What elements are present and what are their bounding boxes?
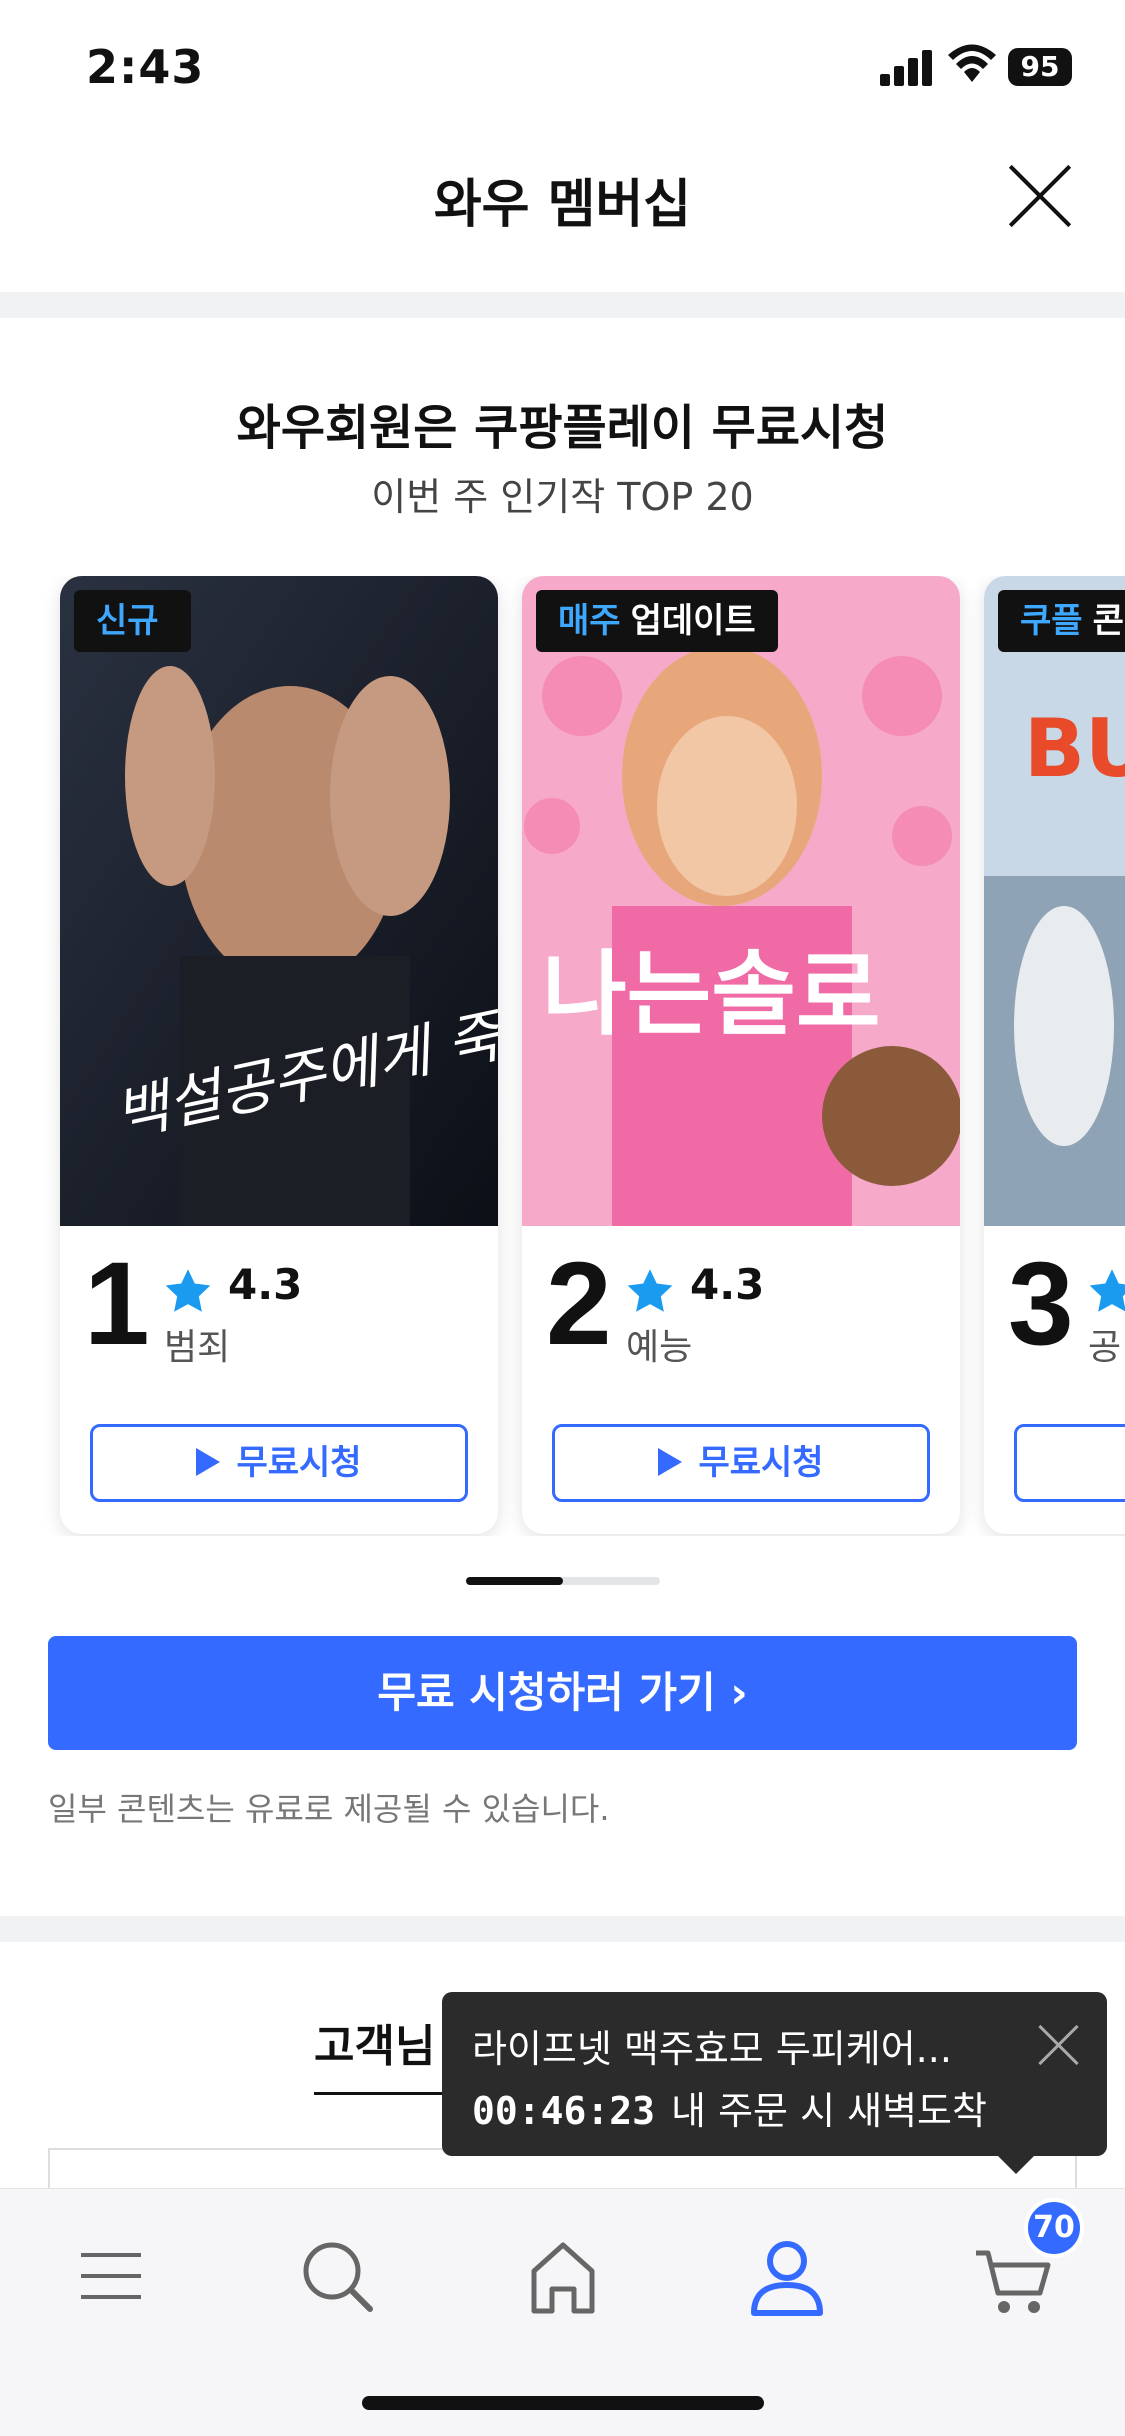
toast-countdown: 00:46:23	[472, 2089, 656, 2133]
play-icon	[658, 1447, 683, 1476]
genre-label: 예능	[626, 1327, 693, 1368]
content-card-3[interactable]: BU C 쿠플콘 3 공	[984, 576, 1125, 1534]
watch-free-button[interactable]: 무료시청	[90, 1424, 468, 1502]
poster-title-text: 나는솔로	[542, 941, 881, 1048]
close-icon[interactable]	[1005, 160, 1075, 230]
delivery-toast[interactable]: 라이프넷 맥주효모 두피케어... 00:46:23 내 주문 시 새벽도착	[442, 1992, 1107, 2174]
poster-image[interactable]: BU C	[984, 576, 1125, 1226]
rank-number: 2	[546, 1238, 612, 1370]
status-time: 2:43	[86, 40, 205, 94]
my-account-icon[interactable]	[742, 2231, 832, 2321]
section-divider	[0, 1916, 1125, 1942]
badge-weekly-update: 매주 업데이트	[536, 590, 778, 652]
play-icon	[196, 1447, 221, 1476]
rating-value: 4.3	[228, 1260, 303, 1309]
header: 와우 멤버십	[0, 130, 1125, 290]
poster-image[interactable]: 백설공주에게 죽음을	[60, 576, 498, 1226]
home-icon[interactable]	[518, 2231, 608, 2321]
star-icon	[1089, 1269, 1125, 1312]
content-card-2[interactable]: 나는솔로 매주 업데이트 2 4.3 예능 무료시청	[522, 576, 960, 1534]
battery-indicator: 95	[1008, 48, 1072, 86]
genre-label: 공	[1088, 1327, 1122, 1368]
home-indicator	[362, 2396, 764, 2410]
go-watch-button[interactable]: 무료 시청하러 가기 ›	[48, 1636, 1077, 1750]
section-subtitle: 이번 주 인기작 TOP 20	[371, 475, 754, 519]
toast-product: 라이프넷 맥주효모 두피케어...	[472, 2027, 952, 2071]
carousel-pager	[466, 1577, 660, 1585]
search-icon[interactable]	[292, 2231, 382, 2321]
poster-title-text: BU C	[1024, 702, 1125, 795]
badge-coupang-play: 쿠플 콘	[998, 590, 1125, 652]
toast-countdown-line: 00:46:23 내 주문 시 새벽도착	[472, 2080, 987, 2135]
disclaimer-text: 일부 콘텐츠는 유료로 제공될 수 있습니다.	[48, 1790, 610, 1828]
section-title: 와우회원은 쿠팡플레이 무료시청	[236, 400, 889, 456]
star-icon	[165, 1269, 211, 1312]
content-card-1[interactable]: 백설공주에게 죽음을 신규 1 4.3 범죄 무료시청	[60, 576, 498, 1534]
rank-number: 3	[1008, 1238, 1074, 1370]
section-divider	[0, 292, 1125, 318]
badge-new: 신규	[74, 590, 191, 652]
star-icon	[627, 1269, 673, 1312]
menu-icon[interactable]	[66, 2231, 156, 2321]
rank-number: 1	[84, 1238, 150, 1370]
page-title: 와우 멤버십	[433, 175, 692, 235]
rating-value: 4.3	[690, 1260, 765, 1309]
content-carousel[interactable]: 백설공주에게 죽음을 신규 1 4.3 범죄 무료시청 나는솔로 매주 업데이트 …	[0, 576, 1125, 1536]
cart-count-badge: 70	[1024, 2198, 1084, 2258]
toast-message: 내 주문 시 새벽도착	[671, 2089, 987, 2133]
status-bar: 2:43 95	[0, 0, 1125, 130]
pager-indicator	[466, 1577, 563, 1585]
genre-label: 범죄	[164, 1327, 231, 1368]
poster-image[interactable]: 나는솔로	[522, 576, 960, 1226]
close-icon[interactable]	[1036, 2022, 1082, 2068]
signal-icon	[880, 50, 936, 86]
watch-free-button[interactable]: 무료시청	[552, 1424, 930, 1502]
wifi-icon	[948, 44, 996, 82]
watch-free-button[interactable]	[1014, 1424, 1125, 1502]
